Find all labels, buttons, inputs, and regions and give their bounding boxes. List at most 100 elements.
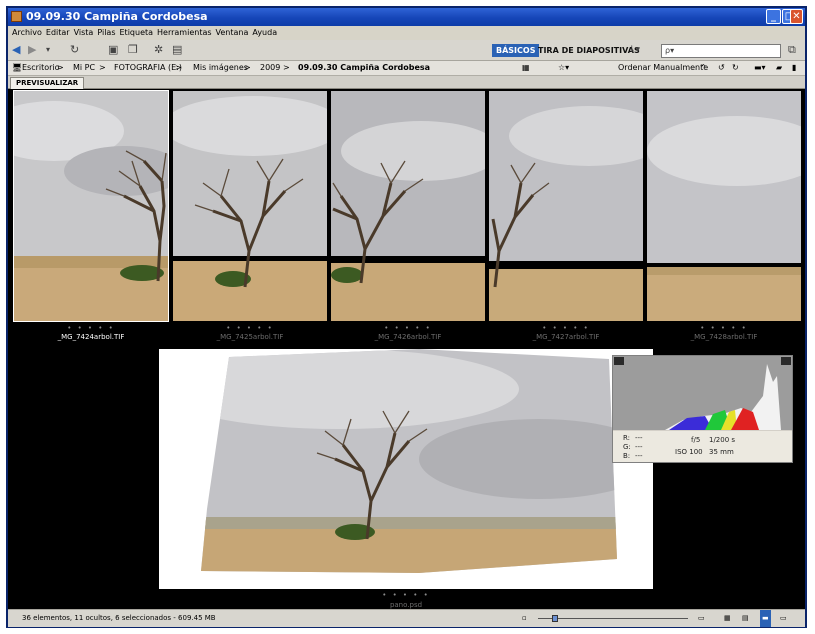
recent-dropdown-icon[interactable]: ▾ xyxy=(46,44,50,56)
menu-pilas[interactable]: Pilas xyxy=(97,28,115,37)
menu-ventana[interactable]: Ventana xyxy=(216,28,249,37)
breadcrumb-sep: > xyxy=(283,63,290,72)
grid-view-icon[interactable]: ▦ xyxy=(724,610,731,627)
rotate-icon[interactable]: ↻ xyxy=(70,44,79,56)
camera-icon[interactable]: ▣ xyxy=(108,44,118,56)
forward-arrow-icon[interactable]: ▶ xyxy=(28,44,36,56)
breadcrumb-mis-imagenes[interactable]: Mis imágenes xyxy=(193,61,248,75)
thumbnail-image[interactable] xyxy=(647,91,801,321)
exif-info: R: --- G: --- B: --- f/5 1/200 s ISO 100… xyxy=(613,431,792,462)
g-label: G: xyxy=(623,443,631,451)
histogram-panel: R: --- G: --- B: --- f/5 1/200 s ISO 100… xyxy=(612,355,793,463)
back-arrow-icon[interactable]: ◀ xyxy=(12,44,20,56)
breadcrumb-sep: > xyxy=(244,63,251,72)
r-value: --- xyxy=(635,434,643,442)
sort-dropdown[interactable]: Ordenar Manualmente xyxy=(618,61,708,75)
thumbnail-filename[interactable]: _MG_7428arbol.TIF xyxy=(647,333,801,341)
menu-archivo[interactable]: Archivo xyxy=(12,28,42,37)
compact-mode-icon[interactable]: ⧉ xyxy=(788,44,796,56)
b-label: B: xyxy=(623,452,631,460)
breadcrumb-escritorio[interactable]: Escritorio xyxy=(22,61,60,75)
open-folder-icon[interactable]: ▬▾ xyxy=(754,61,766,75)
desktop-icon: 🖥 xyxy=(12,63,23,72)
breadcrumb-mi-pc[interactable]: Mi PC xyxy=(73,61,95,75)
rating-dots[interactable]: • • • • • xyxy=(173,324,327,332)
thumbnail-filename[interactable]: _MG_7427arbol.TIF xyxy=(489,333,643,341)
list-view-icon[interactable]: ▬ xyxy=(760,610,771,627)
rating-dots[interactable]: • • • • • xyxy=(159,591,653,599)
breadcrumb-sep: > xyxy=(57,63,64,72)
slider-thumb[interactable] xyxy=(552,615,558,622)
tree-photo xyxy=(14,91,168,321)
thumbnail-size-slider[interactable] xyxy=(538,618,688,619)
menu-vista[interactable]: Vista xyxy=(74,28,94,37)
menu-editar[interactable]: Editar xyxy=(46,28,70,37)
rating-dots[interactable]: • • • • • xyxy=(489,324,643,332)
thumbnail-image[interactable] xyxy=(13,90,169,322)
thumbnail-filename[interactable]: _MG_7426arbol.TIF xyxy=(331,333,485,341)
toolbar: ◀ ▶ ▾ ↻ ▣ ❐ ✲ ▤ BÁSICOS TIRA DE DIAPOSIT… xyxy=(8,40,805,61)
rating-dots[interactable]: • • • • • xyxy=(647,324,801,332)
close-button[interactable]: ✕ xyxy=(790,9,803,24)
trash-icon[interactable]: ▮ xyxy=(792,61,796,75)
focal-length-value: 35 mm xyxy=(709,448,734,456)
new-folder-icon[interactable]: ▰ xyxy=(776,61,782,75)
thumbnail-filename[interactable]: _MG_7424arbol.TIF xyxy=(14,333,168,341)
rotate-right-icon[interactable]: ↻ xyxy=(732,61,739,75)
breadcrumb-sep: > xyxy=(99,63,106,72)
rotate-left-icon[interactable]: ↺ xyxy=(718,61,725,75)
title-bar: 09.09.30 Campiña Cordobesa _ □ ✕ xyxy=(8,8,805,26)
workspace-basicos-tab[interactable]: BÁSICOS xyxy=(492,44,540,57)
star-filter-icon[interactable]: ☆▾ xyxy=(558,61,569,75)
breadcrumb-2009[interactable]: 2009 xyxy=(260,61,280,75)
shutter-value: 1/200 s xyxy=(709,436,736,444)
filmstrip-view-icon[interactable]: ▭ xyxy=(780,610,787,627)
histogram-graph xyxy=(613,356,792,430)
panorama-preview[interactable] xyxy=(159,349,653,589)
panel-tab-bar: PREVISUALIZAR xyxy=(8,76,805,89)
search-input[interactable]: ρ▾ xyxy=(661,44,781,58)
rating-dots[interactable]: • • • • • xyxy=(14,324,168,332)
thumbnail-image[interactable] xyxy=(173,91,327,321)
path-bar: 🖥 Escritorio > Mi PC > FOTOGRAFIA (E:) >… xyxy=(8,61,805,76)
bridge-window: 09.09.30 Campiña Cordobesa _ □ ✕ Archivo… xyxy=(6,6,807,628)
search-icon: ρ▾ xyxy=(665,46,675,55)
thumbnail-image[interactable] xyxy=(331,91,485,321)
workspace-filmstrip-tab[interactable]: TIRA DE DIAPOSITIVAS xyxy=(538,44,640,57)
window-title: 09.09.30 Campiña Cordobesa xyxy=(26,10,208,23)
status-text: 36 elementos, 11 ocultos, 6 seleccionado… xyxy=(22,614,216,622)
menu-etiqueta[interactable]: Etiqueta xyxy=(120,28,154,37)
workspace-menu-icon[interactable]: ⇂▾ xyxy=(628,44,640,56)
bridge-app-icon xyxy=(11,11,22,22)
panorama-photo xyxy=(201,349,617,573)
sync-icon[interactable]: ✲ xyxy=(154,44,163,56)
tree-photo xyxy=(173,91,327,321)
r-label: R: xyxy=(623,434,631,442)
g-value: --- xyxy=(635,443,643,451)
open-in-camera-raw-icon[interactable]: ▤ xyxy=(172,44,182,56)
breadcrumb-fotografia[interactable]: FOTOGRAFIA (E:) xyxy=(114,61,182,75)
tree-photo xyxy=(647,91,801,321)
rating-dots[interactable]: • • • • • xyxy=(331,324,485,332)
view-grid-icon[interactable]: ▦ xyxy=(522,61,530,75)
zoom-in-icon[interactable]: ▭ xyxy=(698,610,705,627)
minimize-button[interactable]: _ xyxy=(766,9,781,24)
iso-value: ISO 100 xyxy=(675,448,703,456)
breadcrumb-sep: > xyxy=(175,63,182,72)
menu-ayuda[interactable]: Ayuda xyxy=(252,28,277,37)
thumbnail-image[interactable] xyxy=(489,91,643,321)
tree-photo xyxy=(489,91,643,321)
tree-photo xyxy=(331,91,485,321)
sort-direction-icon[interactable]: ^ xyxy=(700,61,707,75)
preview-filename[interactable]: pano.psd xyxy=(159,601,653,609)
breadcrumb-current-folder[interactable]: 09.09.30 Campiña Cordobesa xyxy=(298,61,430,75)
refine-icon[interactable]: ❐ xyxy=(128,44,138,56)
tab-previsualizar[interactable]: PREVISUALIZAR xyxy=(10,77,85,89)
preview-panel: • • • • • • • • • • • • • • • • • • • • … xyxy=(8,89,805,609)
aperture-value: f/5 xyxy=(691,436,701,444)
zoom-out-icon[interactable]: ▫ xyxy=(522,610,527,627)
menu-bar: Archivo Editar Vista Pilas Etiqueta Herramien… xyxy=(8,26,805,40)
thumbnail-filename[interactable]: _MG_7425arbol.TIF xyxy=(173,333,327,341)
details-view-icon[interactable]: ▤ xyxy=(742,610,749,627)
menu-herramientas[interactable]: Herramientas xyxy=(157,28,212,37)
